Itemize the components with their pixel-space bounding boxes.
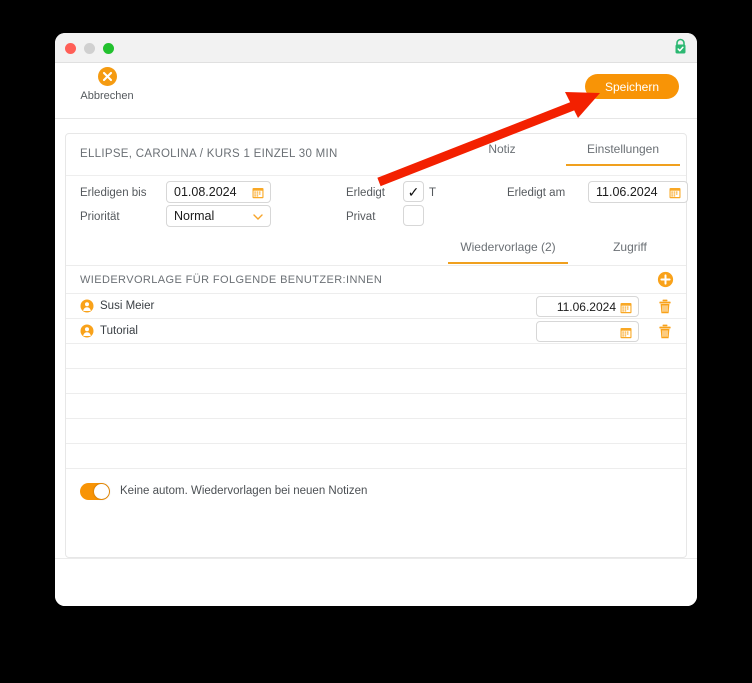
- detail-panel: ELLIPSE, CAROLINA / KURS 1 EINZEL 30 MIN…: [65, 133, 688, 558]
- tab-wiedervorlage[interactable]: Wiedervorlage (2): [442, 240, 574, 264]
- tab-zugriff-underline: [580, 262, 680, 264]
- priority-label: Priorität: [80, 211, 120, 223]
- due-date-label: Erledigen bis: [80, 187, 147, 199]
- done-checkbox-mark: ✓: [407, 183, 420, 200]
- secure-lock-icon: [673, 38, 688, 55]
- plus-circle-icon[interactable]: [657, 271, 674, 288]
- panel-header: ELLIPSE, CAROLINA / KURS 1 EINZEL 30 MIN…: [66, 134, 686, 176]
- user-name: Susi Meier: [100, 300, 155, 312]
- row-date-input[interactable]: [536, 321, 639, 342]
- tab-wiedervorlage-label: Wiedervorlage (2): [460, 240, 556, 254]
- user-icon: [80, 324, 94, 338]
- traffic-lights: [65, 43, 114, 54]
- row-date-value: 11.06.2024: [556, 299, 616, 314]
- tab-notiz-underline: [450, 164, 554, 166]
- delete-row-icon[interactable]: [658, 324, 672, 339]
- table-row-empty[interactable]: [66, 369, 686, 394]
- delete-row-icon[interactable]: [658, 299, 672, 314]
- cancel-button-label: Abbrechen: [80, 90, 134, 102]
- calendar-icon[interactable]: [620, 301, 632, 313]
- window-titlebar: [55, 33, 697, 63]
- user-list: Susi Meier 11.06.2024 Tutorial: [66, 294, 686, 469]
- calendar-icon[interactable]: [252, 186, 264, 199]
- due-date-input[interactable]: 01.08.2024: [166, 181, 271, 203]
- primary-tabs: Notiz Einstellungen: [444, 142, 686, 166]
- done-suffix-label: T: [429, 187, 437, 199]
- tab-zugriff[interactable]: Zugriff: [574, 240, 686, 264]
- done-checkbox[interactable]: ✓: [403, 181, 424, 202]
- done-on-input[interactable]: 11.06.2024: [588, 181, 688, 203]
- table-row-empty[interactable]: [66, 419, 686, 444]
- cancel-x-icon: [97, 67, 117, 86]
- priority-select[interactable]: Normal: [166, 205, 271, 227]
- record-title: ELLIPSE, CAROLINA / KURS 1 EINZEL 30 MIN: [80, 148, 338, 160]
- tab-einstellungen-underline: [566, 164, 680, 166]
- list-section-header: WIEDERVORLAGE FÜR FOLGENDE BENUTZER:INNE…: [66, 266, 686, 294]
- tab-zugriff-label: Zugriff: [613, 240, 647, 254]
- toggle-knob: [94, 484, 109, 499]
- screenshot-root: Abbrechen Speichern ELLIPSE, CAROLINA / …: [0, 0, 752, 683]
- calendar-icon[interactable]: [620, 326, 632, 338]
- done-on-label: Erledigt am: [507, 187, 566, 199]
- user-name: Tutorial: [100, 325, 138, 337]
- settings-form: Erledigen bis 01.08.2024 Priorität Norma…: [66, 176, 688, 236]
- close-window-button[interactable]: [65, 43, 76, 54]
- tab-einstellungen-label: Einstellungen: [586, 142, 660, 156]
- row-date-input[interactable]: 11.06.2024: [536, 296, 639, 317]
- auto-followup-toggle[interactable]: [80, 483, 110, 500]
- save-button[interactable]: Speichern: [585, 74, 679, 99]
- footer-toggle-area: Keine autom. Wiedervorlagen bei neuen No…: [66, 469, 686, 513]
- due-date-value: 01.08.2024: [174, 185, 237, 199]
- tab-wiedervorlage-underline: [448, 262, 568, 264]
- tab-einstellungen[interactable]: Einstellungen: [560, 142, 686, 166]
- table-row[interactable]: Susi Meier 11.06.2024: [66, 294, 686, 319]
- window-toolbar: Abbrechen Speichern: [55, 63, 697, 119]
- zoom-window-button[interactable]: [103, 43, 114, 54]
- tab-notiz[interactable]: Notiz: [444, 142, 560, 166]
- auto-followup-toggle-label: Keine autom. Wiedervorlagen bei neuen No…: [120, 485, 368, 497]
- tab-notiz-label: Notiz: [488, 142, 516, 156]
- window-bottom-area: [55, 558, 697, 606]
- private-label: Privat: [346, 211, 376, 223]
- calendar-icon[interactable]: [669, 186, 681, 199]
- chevron-down-icon[interactable]: [253, 207, 263, 225]
- table-row[interactable]: Tutorial: [66, 319, 686, 344]
- private-checkbox[interactable]: [403, 205, 424, 226]
- user-icon: [80, 299, 94, 313]
- list-section-title: WIEDERVORLAGE FÜR FOLGENDE BENUTZER:INNE…: [80, 274, 383, 286]
- done-on-value: 11.06.2024: [596, 185, 658, 199]
- done-label: Erledigt: [346, 187, 385, 199]
- app-window: Abbrechen Speichern ELLIPSE, CAROLINA / …: [55, 33, 697, 606]
- secondary-tabs: Wiedervorlage (2) Zugriff: [66, 236, 686, 266]
- priority-value: Normal: [174, 209, 215, 223]
- table-row-empty[interactable]: [66, 444, 686, 469]
- minimize-window-button[interactable]: [84, 43, 95, 54]
- cancel-button[interactable]: Abbrechen: [77, 67, 137, 102]
- table-row-empty[interactable]: [66, 394, 686, 419]
- table-row-empty[interactable]: [66, 344, 686, 369]
